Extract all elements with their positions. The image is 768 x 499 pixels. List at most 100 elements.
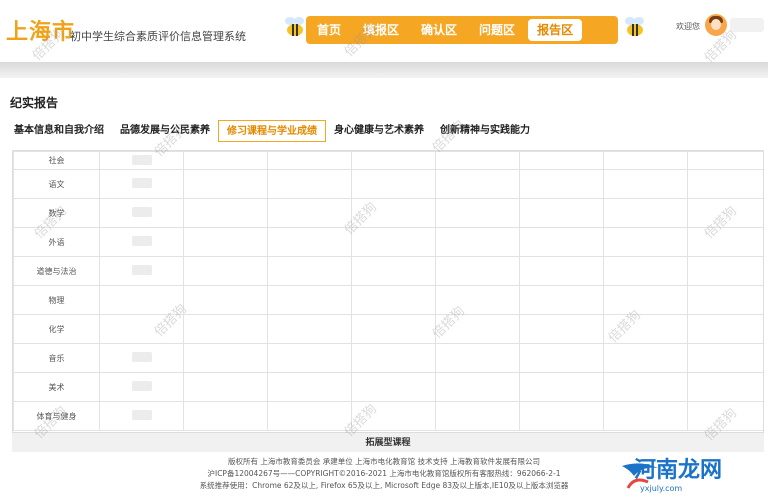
redacted-value	[131, 352, 152, 362]
grade-cell	[435, 343, 520, 373]
grade-cell	[183, 343, 268, 373]
grade-cell	[435, 169, 520, 199]
nav-home[interactable]: 首页	[308, 19, 350, 41]
grade-cell	[99, 285, 184, 315]
grade-cell	[435, 198, 520, 228]
table-row: 语文	[13, 169, 763, 199]
redacted-value	[131, 178, 152, 188]
grade-cell	[99, 372, 184, 402]
grade-cell	[183, 169, 268, 199]
grade-cell	[519, 314, 604, 344]
header: 上海市 初中学生综合素质评价信息管理系统 首页 填报区 确认区 问题区 报告区 …	[0, 0, 768, 62]
grade-cell	[351, 343, 436, 373]
grade-cell	[519, 372, 604, 402]
grade-cell	[603, 169, 688, 199]
redacted-value	[131, 265, 152, 275]
grade-cell	[603, 151, 688, 170]
grade-cell	[687, 198, 763, 228]
grade-cell	[267, 256, 352, 286]
courses-table: 社会 语文 数学 外语 道德与法治 物理 化学 音乐 美术 体育与健身	[12, 150, 764, 452]
tab-innovation[interactable]: 创新精神与实践能力	[432, 120, 538, 142]
grade-cell	[351, 285, 436, 315]
subject-cell: 体育与健身	[13, 401, 100, 431]
grade-cell	[519, 198, 604, 228]
grade-cell	[519, 401, 604, 431]
table-row: 外语	[13, 227, 763, 257]
tab-health-arts[interactable]: 身心健康与艺术素养	[326, 120, 432, 142]
logo-text[interactable]: 上海市	[6, 14, 75, 46]
grade-cell	[603, 285, 688, 315]
nav-report[interactable]: 报告区	[528, 19, 583, 41]
grade-cell	[183, 151, 268, 170]
grade-cell	[267, 314, 352, 344]
grade-cell	[183, 314, 268, 344]
subject-cell: 道德与法治	[13, 256, 100, 286]
table-row: 音乐	[13, 343, 763, 373]
grade-cell	[687, 227, 763, 257]
grade-cell	[603, 227, 688, 257]
grade-cell	[183, 198, 268, 228]
table-row: 化学	[13, 314, 763, 344]
redacted-value	[131, 410, 152, 420]
subject-cell: 音乐	[13, 343, 100, 373]
section-title: 纪实报告	[10, 96, 59, 110]
grade-cell	[435, 401, 520, 431]
redacted-value	[131, 154, 152, 165]
grade-cell	[519, 151, 604, 170]
grade-cell	[687, 372, 763, 402]
grade-cell	[99, 256, 184, 286]
grade-cell	[519, 285, 604, 315]
subject-cell: 社会	[13, 151, 100, 170]
grade-cell	[99, 227, 184, 257]
grade-cell	[267, 401, 352, 431]
top-nav: 首页 填报区 确认区 问题区 报告区	[306, 16, 618, 44]
grade-cell	[183, 401, 268, 431]
grade-cell	[351, 256, 436, 286]
grade-cell	[267, 372, 352, 402]
brand-watermark: 河南龙网 yxjuly.com	[618, 450, 768, 499]
grade-cell	[603, 314, 688, 344]
report-tabs: 基本信息和自我介绍 品德发展与公民素养 修习课程与学业成绩 身心健康与艺术素养 …	[0, 118, 768, 144]
subject-cell: 数学	[13, 198, 100, 228]
table-row: 体育与健身	[13, 401, 763, 431]
avatar[interactable]	[705, 14, 727, 36]
tab-moral[interactable]: 品德发展与公民素养	[112, 120, 218, 142]
table-row: 数学	[13, 198, 763, 228]
grade-cell	[99, 401, 184, 431]
grade-cell	[183, 227, 268, 257]
grade-cell	[267, 151, 352, 170]
subject-cell: 化学	[13, 314, 100, 344]
grade-cell	[267, 227, 352, 257]
tab-courses[interactable]: 修习课程与学业成绩	[218, 120, 326, 142]
user-name-redacted[interactable]	[730, 18, 764, 32]
grade-cell	[519, 256, 604, 286]
grade-cell	[267, 285, 352, 315]
subject-cell: 语文	[13, 169, 100, 199]
grade-cell	[99, 314, 184, 344]
grade-cell	[351, 198, 436, 228]
grade-cell	[435, 372, 520, 402]
nav-fill[interactable]: 填报区	[354, 19, 408, 41]
grade-cell	[435, 151, 520, 170]
welcome-text: 欢迎您	[676, 22, 700, 31]
bee-icon	[625, 17, 644, 36]
redacted-value	[131, 236, 152, 246]
tab-basic-info[interactable]: 基本信息和自我介绍	[6, 120, 112, 142]
grade-cell	[435, 314, 520, 344]
subject-cell: 美术	[13, 372, 100, 402]
grade-cell	[267, 169, 352, 199]
grade-cell	[687, 401, 763, 431]
header-divider	[0, 62, 768, 78]
bee-icon	[285, 17, 304, 36]
nav-confirm[interactable]: 确认区	[412, 19, 466, 41]
grade-cell	[267, 343, 352, 373]
nav-issues[interactable]: 问题区	[470, 19, 524, 41]
grade-cell	[519, 343, 604, 373]
grade-cell	[351, 401, 436, 431]
grade-cell	[519, 227, 604, 257]
grade-cell	[603, 343, 688, 373]
grade-cell	[351, 372, 436, 402]
grade-cell	[435, 227, 520, 257]
grade-cell	[99, 169, 184, 199]
grade-cell	[519, 169, 604, 199]
